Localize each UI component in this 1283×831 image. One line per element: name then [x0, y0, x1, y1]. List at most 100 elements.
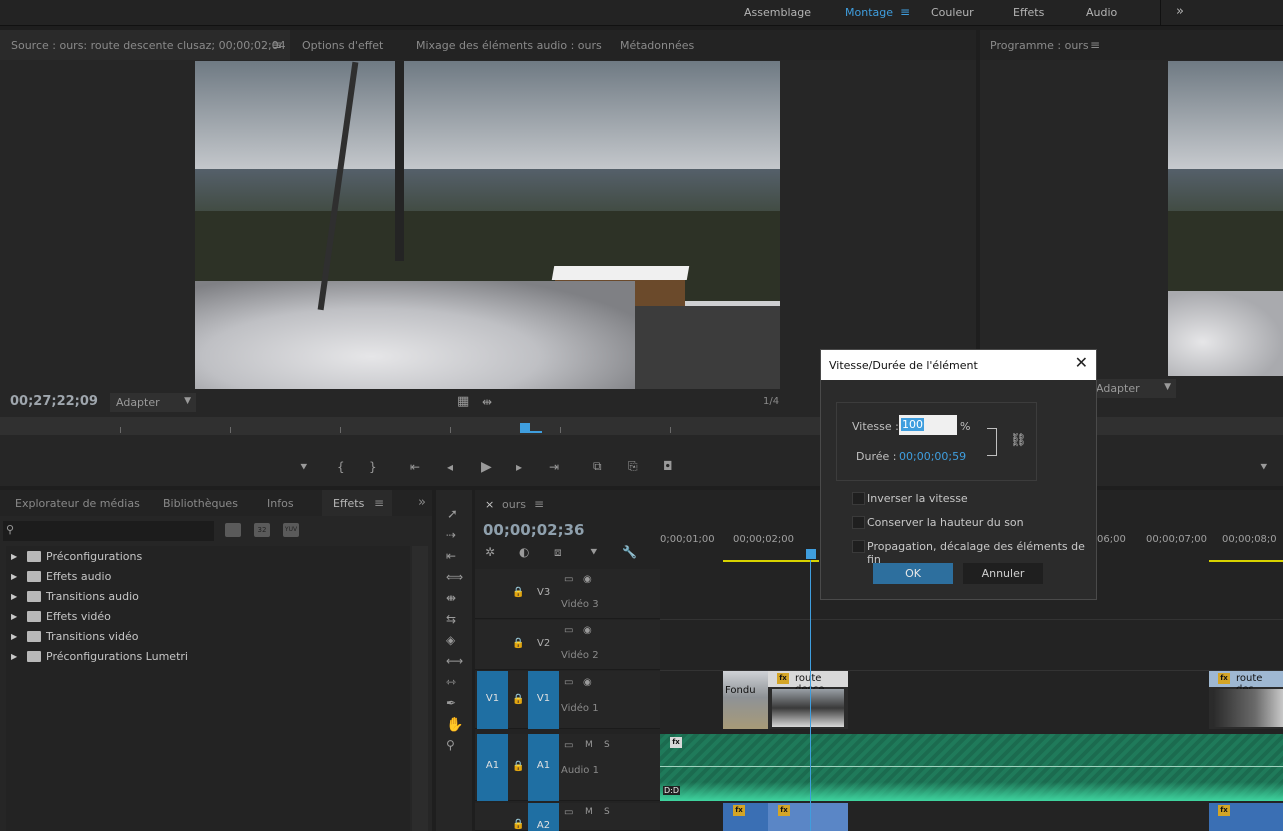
- fx-badge-icon[interactable]: fx: [1218, 805, 1230, 816]
- close-icon[interactable]: ✕: [1075, 355, 1088, 371]
- razor-tool-icon[interactable]: ◈: [446, 634, 455, 646]
- tab-effects[interactable]: Effets: [333, 497, 364, 510]
- go-to-in-icon[interactable]: ⇤: [410, 461, 420, 473]
- panel-menu-icon[interactable]: ≡: [374, 496, 384, 510]
- fx-badge-icon[interactable]: fx: [778, 805, 790, 816]
- resolution-select[interactable]: 1/4: [763, 396, 779, 407]
- eye-icon[interactable]: ◉: [583, 678, 592, 688]
- mark-out-icon[interactable]: }: [369, 461, 377, 473]
- transition-clip[interactable]: Fondu: [723, 671, 768, 729]
- eye-icon[interactable]: ◉: [583, 575, 592, 585]
- rate-stretch-tool-icon[interactable]: ⇼: [446, 592, 456, 604]
- tab-effect-options[interactable]: Options d'effet: [302, 39, 383, 52]
- nest-icon[interactable]: ✲: [485, 546, 495, 558]
- panel-menu-icon[interactable]: ≡: [534, 497, 544, 511]
- close-icon[interactable]: ×: [485, 498, 494, 511]
- tab-audio-mixer[interactable]: Mixage des éléments audio : ours: [416, 39, 602, 52]
- expand-triangle-icon[interactable]: ▶: [11, 572, 17, 581]
- source-video-frame[interactable]: [195, 61, 780, 389]
- expand-triangle-icon[interactable]: ▶: [11, 652, 17, 661]
- slip-tool-icon[interactable]: ⟷: [446, 655, 463, 667]
- step-forward-icon[interactable]: ▸: [516, 461, 522, 473]
- effects-search-input[interactable]: ⚲: [3, 521, 214, 541]
- cancel-button[interactable]: Annuler: [963, 563, 1043, 584]
- audio-clip-a2[interactable]: fx: [1209, 803, 1283, 831]
- fx-badge-icon[interactable]: fx: [670, 737, 682, 748]
- timeline-timecode[interactable]: 00;00;02;36: [483, 521, 585, 539]
- add-marker-icon[interactable]: ⯆: [589, 546, 599, 558]
- add-marker-icon[interactable]: ⯆: [299, 461, 309, 473]
- workspace-assembly[interactable]: Assemblage: [744, 6, 811, 19]
- source-patch-v1[interactable]: V1: [477, 671, 508, 729]
- tree-item-video-transitions[interactable]: ▶ Transitions vidéo: [11, 630, 401, 650]
- tab-metadata[interactable]: Métadonnées: [620, 39, 694, 52]
- tab-media-browser[interactable]: Explorateur de médias: [15, 497, 140, 510]
- video-clip[interactable]: fx route des: [1209, 671, 1283, 729]
- pen-tool-icon[interactable]: ✒: [446, 697, 456, 709]
- timeline-tab-name[interactable]: ours: [502, 498, 526, 511]
- panel-menu-icon[interactable]: ≡: [1090, 38, 1100, 52]
- insert-overwrite-icon[interactable]: ⇹: [482, 396, 492, 408]
- tab-program[interactable]: Programme : ours: [990, 39, 1089, 52]
- expand-triangle-icon[interactable]: ▶: [11, 552, 17, 561]
- tree-item-presets[interactable]: ▶ Préconfigurations: [11, 550, 401, 570]
- chain-link-icon[interactable]: ⛓: [1010, 433, 1027, 448]
- lock-icon[interactable]: 🔒: [512, 820, 524, 830]
- slide-tool-icon[interactable]: ⇆: [446, 613, 456, 625]
- workspace-color[interactable]: Couleur: [931, 6, 974, 19]
- add-marker-icon[interactable]: ⯆: [1259, 461, 1269, 473]
- mute-button[interactable]: M: [585, 807, 593, 817]
- video-clip[interactable]: fx route desce: [768, 671, 848, 729]
- program-fit-dropdown[interactable]: Adapter ▼: [1090, 379, 1176, 398]
- mark-in-icon[interactable]: {: [337, 461, 345, 473]
- ripple-edit-tool-icon[interactable]: ⇤: [446, 550, 456, 562]
- lock-icon[interactable]: 🔒: [512, 639, 524, 649]
- panel-menu-icon[interactable]: ≡: [272, 38, 282, 52]
- program-video-frame[interactable]: [1168, 61, 1283, 376]
- snap-icon[interactable]: ◐: [519, 546, 529, 558]
- accelerated-effects-icon[interactable]: [225, 523, 241, 537]
- track-select-tool-icon[interactable]: ⇢: [446, 529, 456, 541]
- play-icon[interactable]: ▶: [481, 460, 492, 474]
- source-timecode[interactable]: 00;27;22;09: [10, 394, 98, 409]
- zoom-tool-icon[interactable]: ⚲: [446, 739, 455, 751]
- toggle-sync-icon[interactable]: ▭: [564, 678, 573, 688]
- lock-icon[interactable]: 🔒: [512, 588, 524, 598]
- tab-info[interactable]: Infos: [267, 497, 294, 510]
- duration-value[interactable]: 00;00;00;59: [899, 450, 966, 463]
- tree-item-lumetri-presets[interactable]: ▶ Préconfigurations Lumetri: [11, 650, 401, 670]
- toggle-sync-icon[interactable]: ▭: [564, 626, 573, 636]
- audio-clip-a2[interactable]: fx: [768, 803, 848, 831]
- track-target-a1[interactable]: A1: [528, 734, 559, 801]
- go-to-out-icon[interactable]: ⇥: [549, 461, 559, 473]
- linked-selection-icon[interactable]: ⧈: [554, 546, 562, 558]
- lock-icon[interactable]: 🔒: [512, 695, 524, 705]
- yuv-effects-icon[interactable]: YUV: [283, 523, 299, 537]
- lock-icon[interactable]: 🔒: [512, 762, 524, 772]
- tab-libraries[interactable]: Bibliothèques: [163, 497, 238, 510]
- rolling-edit-tool-icon[interactable]: ⟺: [446, 571, 463, 583]
- speed-input[interactable]: 100: [899, 415, 957, 435]
- insert-icon[interactable]: ⧉: [593, 460, 602, 472]
- workspace-editing[interactable]: Montage: [845, 6, 893, 19]
- eye-icon[interactable]: ◉: [583, 626, 592, 636]
- workspace-audio[interactable]: Audio: [1086, 6, 1117, 19]
- tree-item-audio-transitions[interactable]: ▶ Transitions audio: [11, 590, 401, 610]
- effects-scrollbar[interactable]: [412, 546, 428, 831]
- workspace-effects[interactable]: Effets: [1013, 6, 1044, 19]
- slide-edit-tool-icon[interactable]: ⇿: [446, 676, 456, 688]
- fx-badge-icon[interactable]: fx: [733, 805, 745, 816]
- timeline-playhead[interactable]: [806, 549, 816, 559]
- reverse-speed-checkbox[interactable]: [852, 492, 865, 505]
- ok-button[interactable]: OK: [873, 563, 953, 584]
- toggle-sync-icon[interactable]: ▭: [564, 575, 573, 585]
- toggle-sync-icon[interactable]: ▭: [564, 808, 573, 818]
- tree-item-video-effects[interactable]: ▶ Effets vidéo: [11, 610, 401, 630]
- panel-overflow-icon[interactable]: »: [418, 495, 426, 510]
- mute-button[interactable]: M: [585, 740, 593, 750]
- track-target-a2[interactable]: A2: [528, 803, 559, 831]
- tab-source[interactable]: Source : ours: route descente clusaz; 00…: [11, 39, 286, 52]
- expand-triangle-icon[interactable]: ▶: [11, 632, 17, 641]
- ripple-edit-checkbox[interactable]: [852, 540, 865, 553]
- fx-badge-icon[interactable]: fx: [777, 673, 789, 684]
